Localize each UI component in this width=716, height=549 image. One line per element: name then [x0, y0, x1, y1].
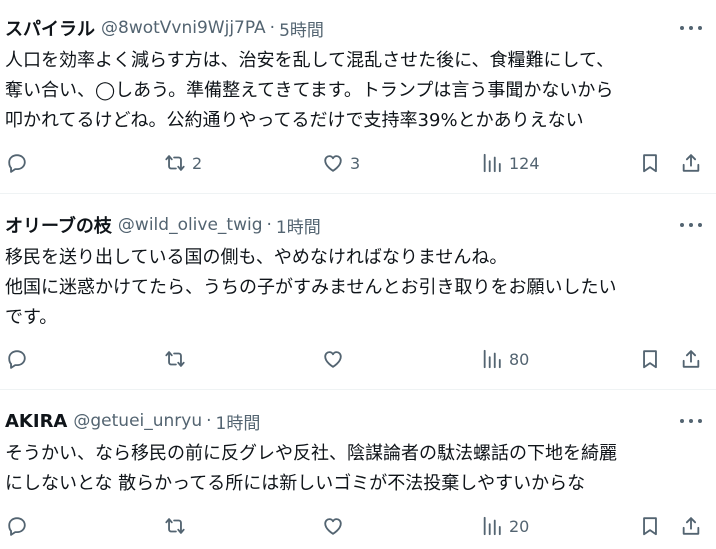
reply-icon: [8, 517, 26, 536]
views-button[interactable]: 20: [481, 512, 529, 540]
reply-button[interactable]: [6, 345, 28, 373]
bookmark-icon: [643, 154, 657, 173]
user-handle[interactable]: @8wotVvni9Wjj7PA: [101, 18, 266, 38]
views-button[interactable]: 124: [481, 149, 540, 177]
tweet-line: です。: [5, 307, 58, 328]
repost-button[interactable]: [164, 345, 192, 373]
separator-dot: ·: [269, 18, 276, 38]
share-icon: [682, 517, 700, 535]
repost-icon: [165, 351, 185, 367]
reply-button[interactable]: [6, 512, 28, 540]
tweet-line: そうかい、なら移民の前に反グレや反社、陰謀論者の駄法螺話の下地を綺麗: [5, 443, 617, 464]
more-icon[interactable]: [680, 413, 702, 429]
display-name[interactable]: AKIRA: [5, 411, 67, 432]
action-bar: 20: [0, 512, 716, 540]
user-handle[interactable]: @wild_olive_twig: [118, 215, 263, 235]
reply-icon: [8, 154, 26, 173]
repost-icon: [165, 155, 185, 171]
repost-count: 2: [192, 153, 203, 173]
like-button[interactable]: 3: [322, 149, 360, 177]
tweet-line: 移民を送り出している国の側も、やめなければなりませんね。: [5, 247, 508, 268]
views-icon: [483, 349, 501, 369]
tweet-line: 他国に迷惑かけてたら、うちの子がすみませんとお引き取りをお願いしたい: [5, 277, 617, 298]
heart-icon: [324, 518, 342, 535]
more-icon[interactable]: [680, 217, 702, 233]
share-button[interactable]: [680, 512, 702, 540]
display-name[interactable]: スパイラル: [5, 15, 95, 41]
views-icon: [483, 153, 501, 173]
repost-button[interactable]: [164, 512, 192, 540]
tweet: スパイラル @8wotVvni9Wjj7PA · 5時間 人口を効率よく減らす方…: [0, 14, 716, 194]
separator-dot: ·: [206, 411, 212, 431]
tweet-header: スパイラル @8wotVvni9Wjj7PA · 5時間: [5, 14, 324, 42]
tweet-header: AKIRA @getuei_unryu · 1時間: [5, 407, 260, 435]
view-count: 20: [509, 516, 530, 536]
more-icon[interactable]: [680, 20, 702, 36]
reply-button[interactable]: [6, 149, 28, 177]
timestamp[interactable]: 5時間: [279, 16, 324, 41]
view-count: 124: [509, 153, 540, 173]
tweet-line: にしないとな 散らかってる所には新しいゴミが不法投棄しやすいからな: [5, 473, 586, 494]
tweet-line: 叩かれてるけどね。公約通りやってるだけで支持率39%とかありえない: [5, 110, 584, 131]
tweet-header: オリーブの枝 @wild_olive_twig · 1時間: [5, 211, 321, 239]
tweet-line: 奪い合い、◯しあう。準備整えてきてます。トランプは言う事聞かないから: [5, 80, 614, 101]
display-name[interactable]: オリーブの枝: [5, 212, 112, 238]
reply-icon: [8, 350, 26, 369]
action-bar: 2 3 124: [0, 149, 716, 177]
tweet-divider: [0, 193, 716, 194]
share-button[interactable]: [680, 149, 702, 177]
heart-icon: [324, 351, 342, 368]
tweet-text: 移民を送り出している国の側も、やめなければなりませんね。 他国に迷惑かけてたら、…: [5, 243, 705, 333]
like-button[interactable]: [322, 345, 350, 373]
separator-dot: ·: [266, 215, 272, 235]
views-icon: [483, 516, 501, 536]
like-button[interactable]: [322, 512, 350, 540]
share-icon: [682, 154, 700, 172]
bookmark-icon: [643, 350, 657, 369]
share-icon: [682, 350, 700, 368]
bookmark-icon: [643, 517, 657, 536]
tweet-line: 人口を効率よく減らす方は、治安を乱して混乱させた後に、食糧難にして、: [5, 50, 615, 71]
tweet-text: そうかい、なら移民の前に反グレや反社、陰謀論者の駄法螺話の下地を綺麗 にしないと…: [5, 439, 705, 499]
tweet: オリーブの枝 @wild_olive_twig · 1時間 移民を送り出している…: [0, 211, 716, 391]
bookmark-button[interactable]: [639, 512, 661, 540]
repost-button[interactable]: 2: [164, 149, 202, 177]
view-count: 80: [509, 349, 530, 369]
bookmark-button[interactable]: [639, 345, 661, 373]
action-bar: 80: [0, 345, 716, 373]
tweet: AKIRA @getuei_unryu · 1時間 そうかい、なら移民の前に反グ…: [0, 407, 716, 549]
tweet-divider: [0, 389, 716, 390]
heart-icon: [324, 155, 342, 172]
bookmark-button[interactable]: [639, 149, 661, 177]
views-button[interactable]: 80: [481, 345, 529, 373]
timestamp[interactable]: 1時間: [276, 213, 321, 238]
repost-icon: [165, 518, 185, 534]
like-count: 3: [350, 153, 361, 173]
share-button[interactable]: [680, 345, 702, 373]
tweet-text: 人口を効率よく減らす方は、治安を乱して混乱させた後に、食糧難にして、 奪い合い、…: [5, 46, 705, 136]
timestamp[interactable]: 1時間: [216, 409, 261, 434]
user-handle[interactable]: @getuei_unryu: [73, 411, 202, 431]
